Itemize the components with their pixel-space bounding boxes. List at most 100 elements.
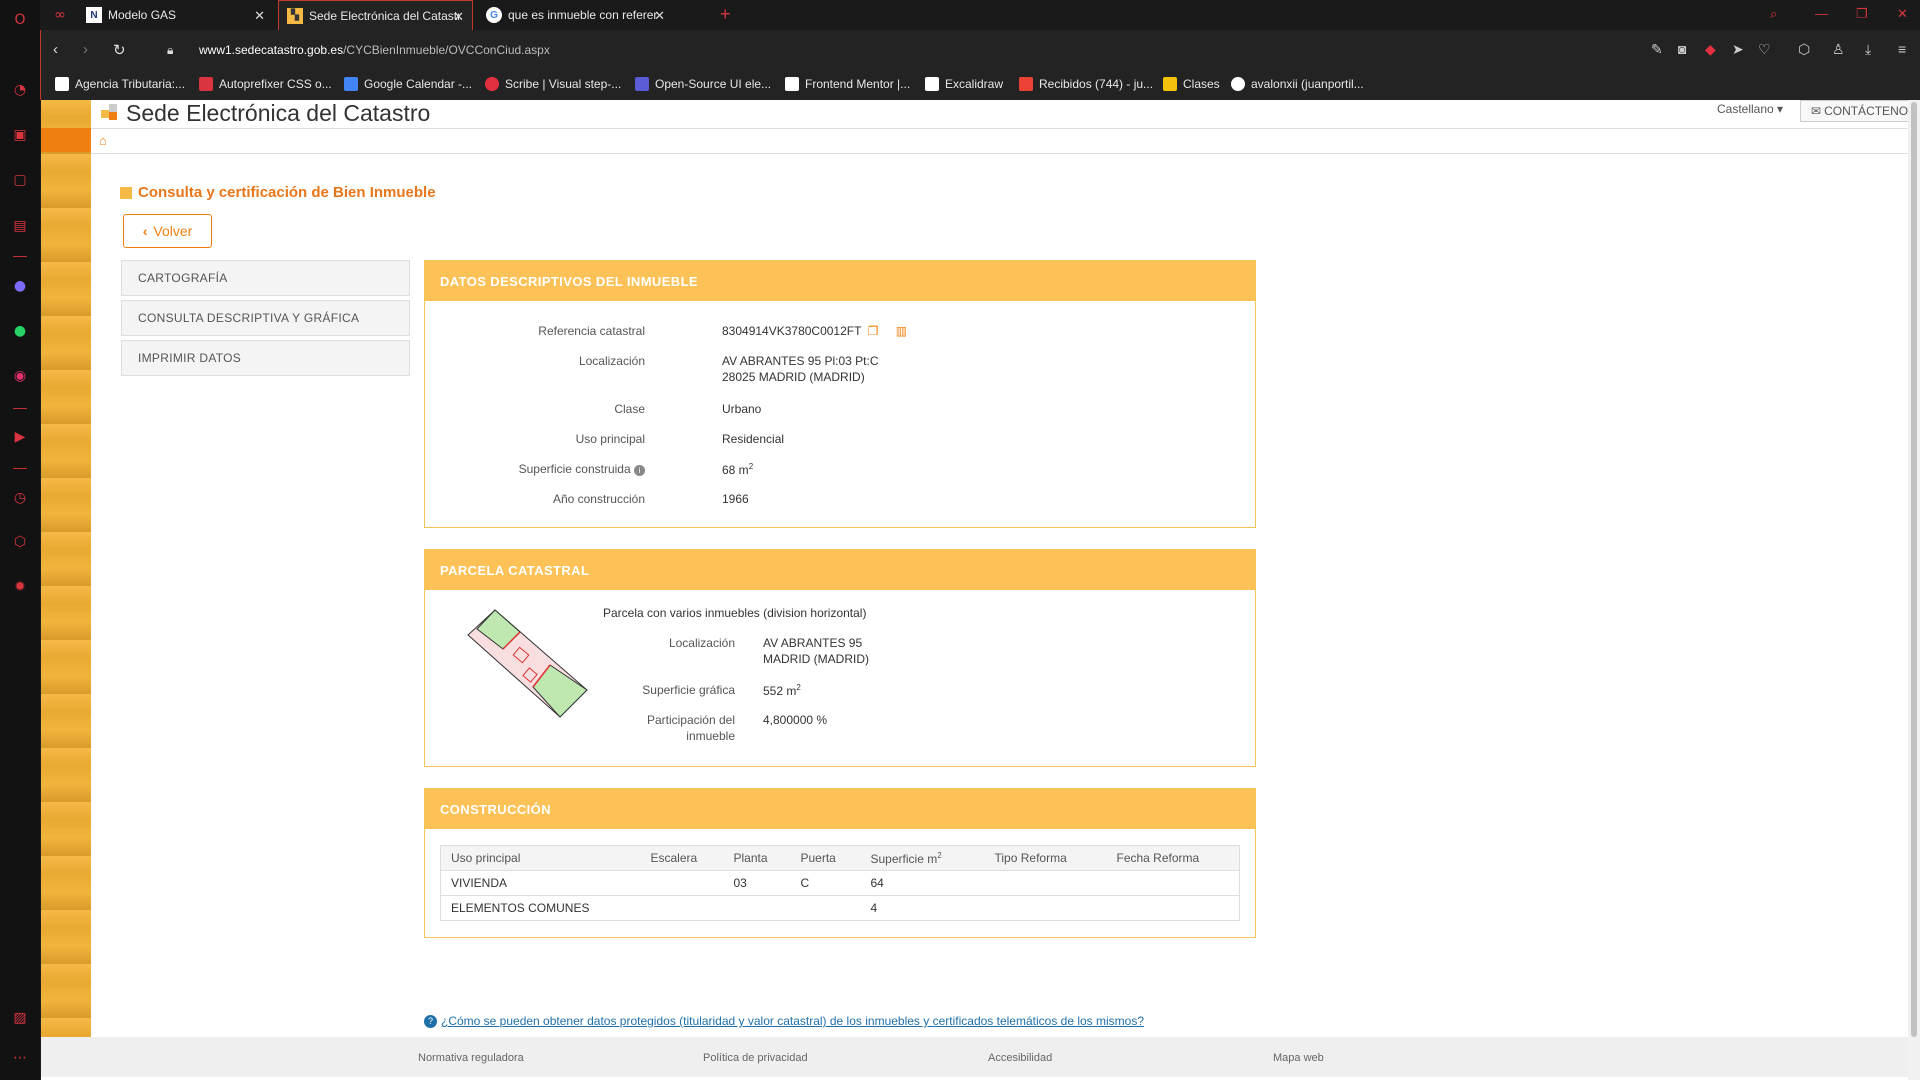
- heart-icon[interactable]: ♡: [1758, 41, 1771, 58]
- autoprefixer-icon: [199, 77, 213, 91]
- contact-button[interactable]: ✉ CONTÁCTENOS: [1800, 100, 1920, 122]
- lock-icon[interactable]: 🔒︎: [167, 43, 173, 58]
- copy-icon[interactable]: ❐: [868, 324, 879, 338]
- frontend-mentor-icon: [785, 77, 799, 91]
- address-bar: ‹ › ↻ 🔒︎ www1.sedecatastro.gob.es/CYCBie…: [40, 30, 1920, 70]
- menu-icon[interactable]: ≡: [1898, 41, 1906, 57]
- instagram-icon[interactable]: ◉: [10, 366, 30, 386]
- minimize-icon[interactable]: —: [1815, 6, 1828, 21]
- shopping-icon[interactable]: ▣: [10, 125, 30, 145]
- bookmark-item[interactable]: Autoprefixer CSS o...: [199, 77, 332, 91]
- parcela-loc-value: AV ABRANTES 95 MADRID (MADRID): [763, 636, 869, 666]
- settings-icon[interactable]: ✹: [10, 577, 30, 597]
- bookmark-item[interactable]: Open-Source UI ele...: [635, 77, 771, 91]
- bookmark-item[interactable]: Scribe | Visual step-...: [485, 77, 621, 91]
- parcel-map-image[interactable]: [465, 605, 595, 725]
- edit-icon[interactable]: ✎: [1651, 41, 1663, 58]
- gallery-icon[interactable]: ▨: [10, 1008, 30, 1028]
- language-select[interactable]: Castellano ▾: [1717, 102, 1783, 116]
- side-accent-bar: [41, 128, 91, 152]
- bookmarks-bar: Agencia Tributaria:... Autoprefixer CSS …: [40, 70, 1920, 100]
- main-content: Consulta y certificación de Bien Inmuebl…: [91, 154, 1920, 1037]
- opera-sidebar: O ◔ ▣ ▢ ▤ ● ● ◉ ▶ ◷ ⬡ ✹ ▨ ⋯: [0, 0, 40, 1080]
- speed-dial-icon[interactable]: ◔: [10, 80, 30, 100]
- bookmark-item[interactable]: Agencia Tributaria:...: [55, 77, 185, 91]
- catastro-favicon-icon: ▚: [287, 7, 303, 24]
- decorative-side-image: [41, 100, 91, 1037]
- google-favicon-icon: G: [486, 7, 502, 23]
- whatsapp-icon[interactable]: ●: [10, 321, 30, 341]
- bookmark-item[interactable]: avalonxii (juanportil...: [1231, 77, 1364, 91]
- bookmark-item[interactable]: Google Calendar -...: [344, 77, 472, 91]
- bookmark-item[interactable]: Clases: [1163, 77, 1220, 91]
- home-icon[interactable]: ⌂: [99, 133, 107, 148]
- parcela-sup-value: 552 m2: [763, 683, 801, 698]
- tabs-icon[interactable]: ▤: [10, 216, 30, 236]
- site-title[interactable]: Sede Electrónica del Catastro: [126, 100, 430, 127]
- opera-logo-icon[interactable]: O: [10, 10, 30, 30]
- menu-imprimir-datos[interactable]: IMPRIMIR DATOS: [121, 340, 410, 376]
- history-icon[interactable]: ◷: [10, 488, 30, 508]
- barcode-icon[interactable]: ▥: [896, 324, 907, 338]
- anio-value: 1966: [722, 492, 749, 506]
- send-icon[interactable]: ➤: [1732, 41, 1744, 58]
- close-window-icon[interactable]: ✕: [1897, 6, 1908, 22]
- sidebar-divider: [13, 256, 27, 257]
- bookmark-item[interactable]: Recibidos (744) - ju...: [1019, 77, 1153, 91]
- parcela-part-value: 4,800000 %: [763, 713, 828, 727]
- reload-icon[interactable]: ↻: [113, 41, 126, 59]
- github-icon: [1231, 77, 1245, 91]
- extension-cube-icon[interactable]: ⬡: [1798, 41, 1810, 58]
- footer-link-mapa-web[interactable]: Mapa web: [1273, 1052, 1324, 1064]
- adblock-shield-icon[interactable]: ◆: [1705, 41, 1716, 58]
- close-tab-icon[interactable]: ✕: [453, 9, 464, 25]
- open-source-ui-icon: [635, 77, 649, 91]
- footer-link-normativa[interactable]: Normativa reguladora: [418, 1052, 524, 1064]
- workspaces-icon[interactable]: ∞: [50, 5, 70, 25]
- menu-consulta-descriptiva[interactable]: CONSULTA DESCRIPTIVA Y GRÁFICA: [121, 300, 410, 336]
- datos-descriptivos-panel: DATOS DESCRIPTIVOS DEL INMUEBLE Referenc…: [424, 260, 1256, 528]
- twitch-icon[interactable]: ▢: [10, 170, 30, 190]
- ref-label: Referencia catastral: [538, 324, 645, 338]
- tab-google-search[interactable]: G que es inmueble con referencia catastr…: [478, 0, 673, 30]
- profile-icon[interactable]: ♙: [1832, 41, 1845, 58]
- close-tab-icon[interactable]: ✕: [654, 8, 665, 24]
- catastro-logo-icon[interactable]: [101, 104, 119, 122]
- help-link[interactable]: ? ¿Cómo se pueden obtener datos protegid…: [424, 1014, 1144, 1028]
- search-tabs-icon[interactable]: ⌕: [1770, 6, 1777, 22]
- scribe-icon: [485, 77, 499, 91]
- url-field[interactable]: www1.sedecatastro.gob.es/CYCBienInmueble…: [199, 43, 550, 57]
- menu-cartografia[interactable]: CARTOGRAFÍA: [121, 260, 410, 296]
- bookmark-item[interactable]: Frontend Mentor |...: [785, 77, 910, 91]
- camera-icon[interactable]: ◙: [1678, 41, 1686, 57]
- panel-title: DATOS DESCRIPTIVOS DEL INMUEBLE: [425, 261, 1255, 301]
- sidebar-divider: [13, 408, 27, 409]
- sup-label: Superficie construida i: [435, 462, 645, 476]
- excalidraw-icon: [925, 77, 939, 91]
- page-scrollbar[interactable]: [1908, 100, 1920, 1080]
- col-fecha-reforma: Fecha Reforma: [1106, 845, 1240, 871]
- extensions-icon[interactable]: ⬡: [10, 532, 30, 552]
- back-button[interactable]: ‹ Volver: [123, 214, 212, 248]
- back-icon[interactable]: ‹: [53, 41, 58, 58]
- player-icon[interactable]: ▶: [10, 427, 30, 447]
- messenger-icon[interactable]: ●: [10, 276, 30, 296]
- forward-icon[interactable]: ›: [83, 41, 88, 58]
- construccion-panel: CONSTRUCCIÓN Uso principal Escalera Plan…: [424, 788, 1256, 938]
- info-icon[interactable]: i: [634, 465, 645, 476]
- construction-table: Uso principal Escalera Planta Puerta Sup…: [440, 845, 1240, 921]
- footer-link-privacidad[interactable]: Política de privacidad: [703, 1052, 808, 1064]
- loc-value: AV ABRANTES 95 Pl:03 Pt:C 28025 MADRID (…: [722, 354, 879, 384]
- close-tab-icon[interactable]: ✕: [254, 8, 265, 24]
- new-tab-icon[interactable]: +: [720, 4, 731, 25]
- restore-icon[interactable]: ❐: [1856, 6, 1868, 22]
- tab-modelo-gas[interactable]: N Modelo GAS ✕: [78, 0, 273, 30]
- more-icon[interactable]: ⋯: [10, 1048, 30, 1068]
- scrollbar-thumb[interactable]: [1911, 102, 1917, 1037]
- sup-value: 68 m2: [722, 462, 754, 477]
- page-title: Consulta y certificación de Bien Inmuebl…: [120, 184, 436, 201]
- bookmark-item[interactable]: Excalidraw: [925, 77, 1003, 91]
- footer-link-accesibilidad[interactable]: Accesibilidad: [988, 1052, 1052, 1064]
- download-icon[interactable]: ⤓: [1865, 41, 1871, 58]
- tab-catastro[interactable]: ▚ Sede Electrónica del Catastro ✕: [278, 0, 473, 30]
